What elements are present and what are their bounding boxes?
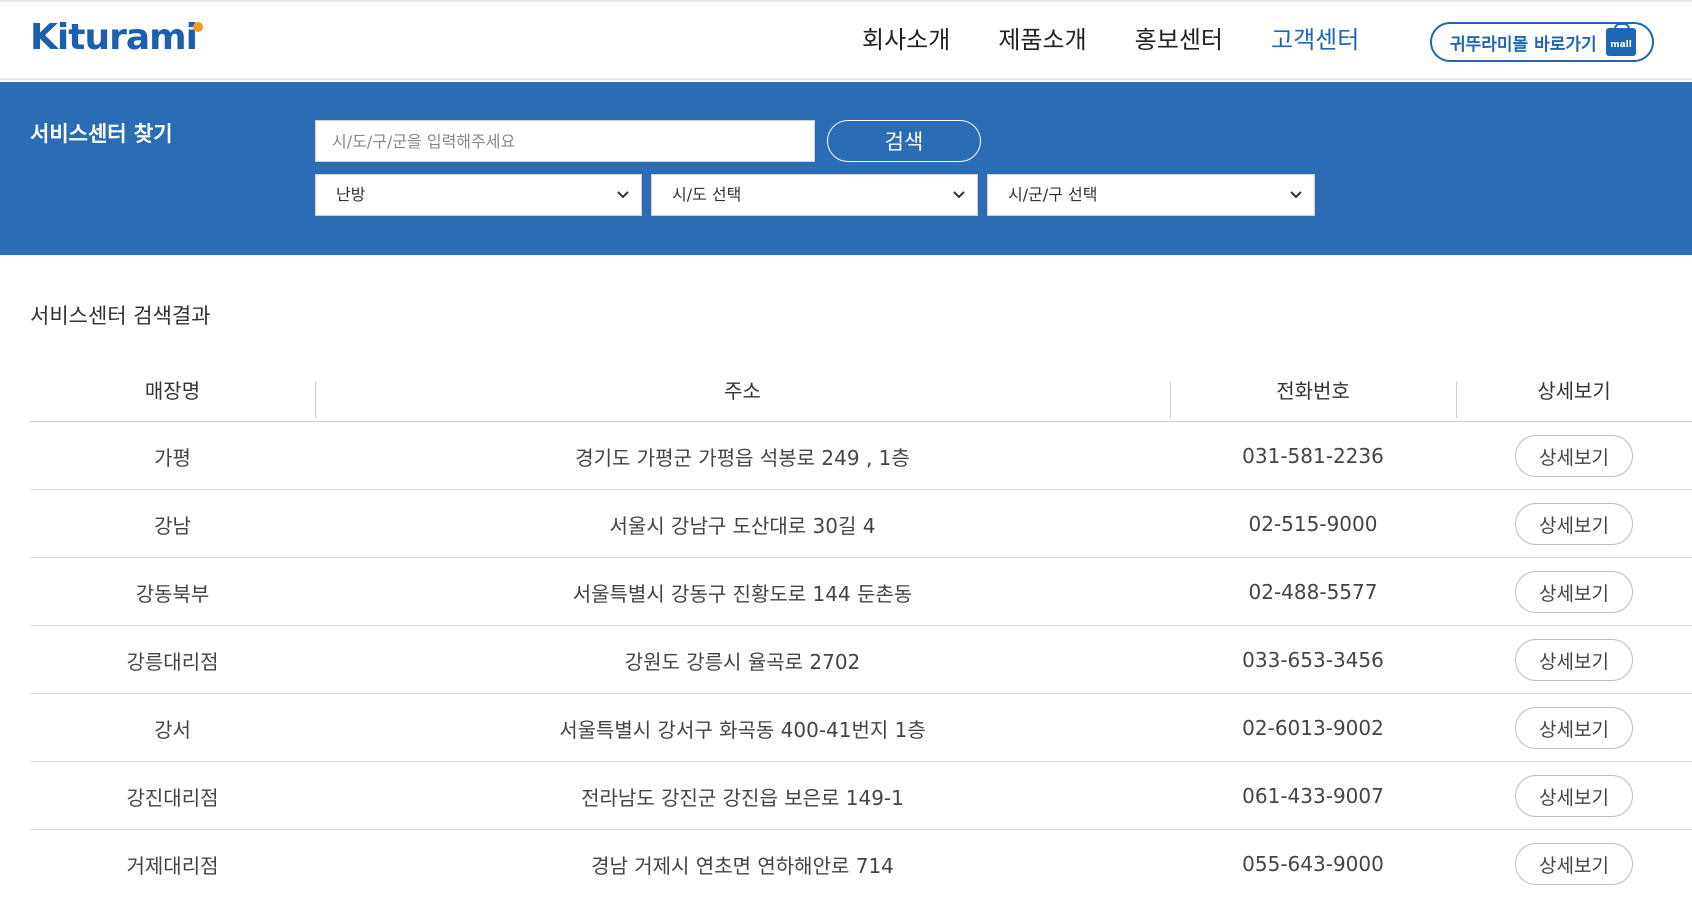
nav-item-pr-center[interactable]: 홍보센터 [1135,22,1223,58]
table-row: 강진대리점 전라남도 강진군 강진읍 보은로 149-1 061-433-900… [30,762,1692,830]
search-title: 서비스센터 찾기 [30,122,173,146]
store-address: 서울특별시 강서구 화곡동 400-41번지 1층 [559,717,926,742]
detail-cell: 상세보기 [1456,762,1692,830]
store-name: 강동북부 [135,581,210,606]
detail-cell: 상세보기 [1456,490,1692,558]
nav-item-company[interactable]: 회사소개 [862,22,950,58]
store-phone: 061-433-9007 [1242,784,1384,808]
district-select[interactable]: 시/군/구 선택 [987,174,1315,216]
table-row: 강서 서울특별시 강서구 화곡동 400-41번지 1층 02-6013-900… [30,694,1692,762]
province-select-value: 시/도 선택 [672,185,742,204]
district-select-value: 시/군/구 선택 [1008,185,1098,204]
category-select[interactable]: 난방 [315,174,642,216]
detail-cell: 상세보기 [1456,558,1692,626]
store-address: 전라남도 강진군 강진읍 보은로 149-1 [581,785,904,810]
detail-button[interactable]: 상세보기 [1515,843,1633,885]
table-header: 매장명 주소 전화번호 상세보기 [30,356,1692,422]
mall-icon-text: mall [1610,40,1632,50]
store-phone: 02-6013-9002 [1242,716,1384,740]
detail-button[interactable]: 상세보기 [1515,435,1633,477]
store-phone: 02-515-9000 [1248,512,1378,536]
search-button-label: 검색 [884,130,924,154]
detail-button[interactable]: 상세보기 [1515,571,1633,613]
search-input[interactable] [315,120,815,162]
column-header-store-name: 매장명 [144,378,201,403]
store-name: 강남 [154,513,191,538]
province-select[interactable]: 시/도 선택 [651,174,978,216]
column-header-address: 주소 [724,378,761,403]
shopping-bag-icon: mall [1606,23,1636,56]
mall-shortcut-button[interactable]: 귀뚜라미몰 바로가기 mall [1430,22,1654,62]
column-header-phone: 전화번호 [1276,378,1350,403]
nav-item-products[interactable]: 제품소개 [998,22,1086,58]
table-row: 강남 서울시 강남구 도산대로 30길 4 02-515-9000 상세보기 [30,490,1692,558]
service-center-search-panel: 서비스센터 찾기 검색 난방 시/도 선택 시/군/구 선택 [0,82,1692,255]
detail-cell: 상세보기 [1456,830,1692,898]
search-button[interactable]: 검색 [827,120,981,162]
chevron-down-icon [953,175,965,215]
store-phone: 033-653-3456 [1242,648,1384,672]
chevron-down-icon [1290,175,1302,215]
detail-cell: 상세보기 [1456,626,1692,694]
service-center-table: 매장명 주소 전화번호 상세보기 가평 경기도 가평군 가평읍 석봉로 249 … [30,356,1692,898]
logo-dot-icon [192,22,203,32]
category-select-value: 난방 [336,185,366,204]
store-name: 가평 [154,445,191,470]
store-address: 서울특별시 강동구 진황도로 144 둔촌동 [572,581,913,606]
store-phone: 031-581-2236 [1242,444,1384,468]
store-address: 경기도 가평군 가평읍 석봉로 249 , 1층 [575,445,910,470]
store-name: 강진대리점 [126,785,219,810]
site-header: Kiturami 회사소개 제품소개 홍보센터 고객센터 귀뚜라미몰 바로가기 … [0,0,1692,80]
store-address: 강원도 강릉시 율곡로 2702 [624,649,861,674]
detail-button[interactable]: 상세보기 [1515,639,1633,681]
detail-button[interactable]: 상세보기 [1515,707,1633,749]
table-row: 거제대리점 경남 거제시 연초면 연하해안로 714 055-643-9000 … [30,830,1692,898]
nav-item-customer-center[interactable]: 고객센터 [1271,22,1359,58]
store-phone: 02-488-5577 [1248,580,1378,604]
detail-cell: 상세보기 [1456,422,1692,490]
detail-button[interactable]: 상세보기 [1515,775,1633,817]
store-address: 서울시 강남구 도산대로 30길 4 [609,513,876,538]
detail-cell: 상세보기 [1456,694,1692,762]
table-row: 강릉대리점 강원도 강릉시 율곡로 2702 033-653-3456 상세보기 [30,626,1692,694]
column-header-detail: 상세보기 [1537,378,1611,403]
store-phone: 055-643-9000 [1242,852,1384,876]
store-address: 경남 거제시 연초면 연하해안로 714 [591,853,894,878]
main-nav: 회사소개 제품소개 홍보센터 고객센터 [862,22,1359,58]
store-name: 거제대리점 [126,853,219,878]
table-row: 강동북부 서울특별시 강동구 진황도로 144 둔촌동 02-488-5577 … [30,558,1692,626]
kiturami-logo[interactable]: Kiturami [30,16,203,60]
chevron-down-icon [617,175,629,215]
store-name: 강서 [154,717,191,742]
detail-button[interactable]: 상세보기 [1515,503,1633,545]
table-row: 가평 경기도 가평군 가평읍 석봉로 249 , 1층 031-581-2236… [30,422,1692,490]
mall-button-label: 귀뚜라미몰 바로가기 [1450,34,1597,55]
store-name: 강릉대리점 [126,649,219,674]
results-title: 서비스센터 검색결과 [30,304,211,328]
logo-text: Kiturami [30,17,198,58]
